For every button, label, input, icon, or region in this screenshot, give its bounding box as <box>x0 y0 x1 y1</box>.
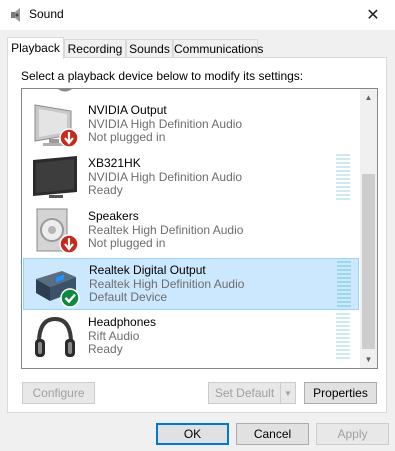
device-row-speakers[interactable]: Speakers Realtek High Definition Audio N… <box>23 205 359 257</box>
device-name: NVIDIA Output <box>88 103 167 117</box>
device-status: Default Device <box>89 290 168 304</box>
monitor-icon <box>34 104 79 148</box>
tab-communications[interactable]: Communications <box>173 39 263 58</box>
cancel-button-label: Cancel <box>253 427 292 441</box>
default-device-check-icon <box>60 288 80 308</box>
device-row-nvidia-output[interactable]: NVIDIA Output NVIDIA High Definition Aud… <box>23 99 359 151</box>
configure-button-label: Configure <box>32 386 85 400</box>
scroll-thumb[interactable] <box>362 174 375 349</box>
device-list[interactable]: NVIDIA Output NVIDIA High Definition Aud… <box>21 88 378 369</box>
device-description: Rift Audio <box>88 329 140 343</box>
set-default-button[interactable]: Set Default <box>208 382 281 404</box>
device-name: Realtek Digital Output <box>89 263 206 277</box>
device-status: Not plugged in <box>88 130 166 144</box>
volume-meter <box>336 154 350 202</box>
device-row-realtek-digital-output[interactable]: Realtek Digital Output Realtek High Defi… <box>23 258 359 310</box>
device-description: NVIDIA High Definition Audio <box>88 117 243 131</box>
chevron-up-icon: ▲ <box>364 93 373 102</box>
chevron-down-icon: ▼ <box>364 355 373 364</box>
window-title: Sound <box>29 7 64 21</box>
ok-button[interactable]: OK <box>156 423 229 445</box>
speaker-app-icon <box>11 8 20 22</box>
set-default-button-label: Set Default <box>214 386 275 400</box>
properties-button-label: Properties <box>313 386 368 400</box>
close-button[interactable]: ✕ <box>351 0 395 30</box>
title-bar: Sound ✕ <box>0 0 395 30</box>
scroll-down-button[interactable]: ▼ <box>360 351 377 368</box>
cancel-button[interactable]: Cancel <box>236 423 309 445</box>
volume-meter <box>336 313 350 361</box>
partial-device-icon <box>58 89 72 92</box>
device-status: Not plugged in <box>88 236 166 250</box>
device-status: Ready <box>88 183 123 197</box>
device-name: Headphones <box>88 315 157 329</box>
scroll-up-button[interactable]: ▲ <box>360 89 377 106</box>
apply-button[interactable]: Apply <box>316 423 389 445</box>
chevron-down-icon: ▼ <box>284 388 292 398</box>
device-status: Ready <box>88 342 123 356</box>
device-description: Realtek High Definition Audio <box>88 223 244 237</box>
tab-sounds[interactable]: Sounds <box>126 39 173 58</box>
ok-button-label: OK <box>183 427 202 441</box>
tab-playback[interactable]: Playback <box>7 37 64 59</box>
tab-recording-label: Recording <box>67 42 123 56</box>
set-default-dropdown[interactable]: ▼ <box>280 382 296 404</box>
tab-recording[interactable]: Recording <box>64 39 126 58</box>
tv-icon <box>33 156 77 198</box>
properties-button[interactable]: Properties <box>304 382 377 404</box>
digital-output-icon <box>36 271 80 308</box>
configure-button[interactable]: Configure <box>22 382 95 404</box>
device-description: NVIDIA High Definition Audio <box>88 170 243 184</box>
instructions-text: Select a playback device below to modify… <box>21 69 304 83</box>
volume-meter <box>337 261 351 309</box>
device-row-xb321hk[interactable]: XB321HK NVIDIA High Definition Audio Rea… <box>23 152 359 204</box>
device-name: Speakers <box>88 209 139 223</box>
device-name: XB321HK <box>88 156 141 170</box>
apply-button-label: Apply <box>337 427 368 441</box>
tab-playback-label: Playback <box>11 41 60 55</box>
headphones-icon <box>35 316 75 357</box>
device-row-headphones[interactable]: Headphones Rift Audio Ready <box>23 311 359 363</box>
speaker-icon <box>36 208 79 254</box>
close-icon: ✕ <box>366 7 380 24</box>
device-description: Realtek High Definition Audio <box>89 277 245 291</box>
tab-sounds-label: Sounds <box>129 42 170 56</box>
tab-communications-label: Communications <box>174 42 264 56</box>
device-list-scrollbar[interactable]: ▲ ▼ <box>360 89 377 368</box>
